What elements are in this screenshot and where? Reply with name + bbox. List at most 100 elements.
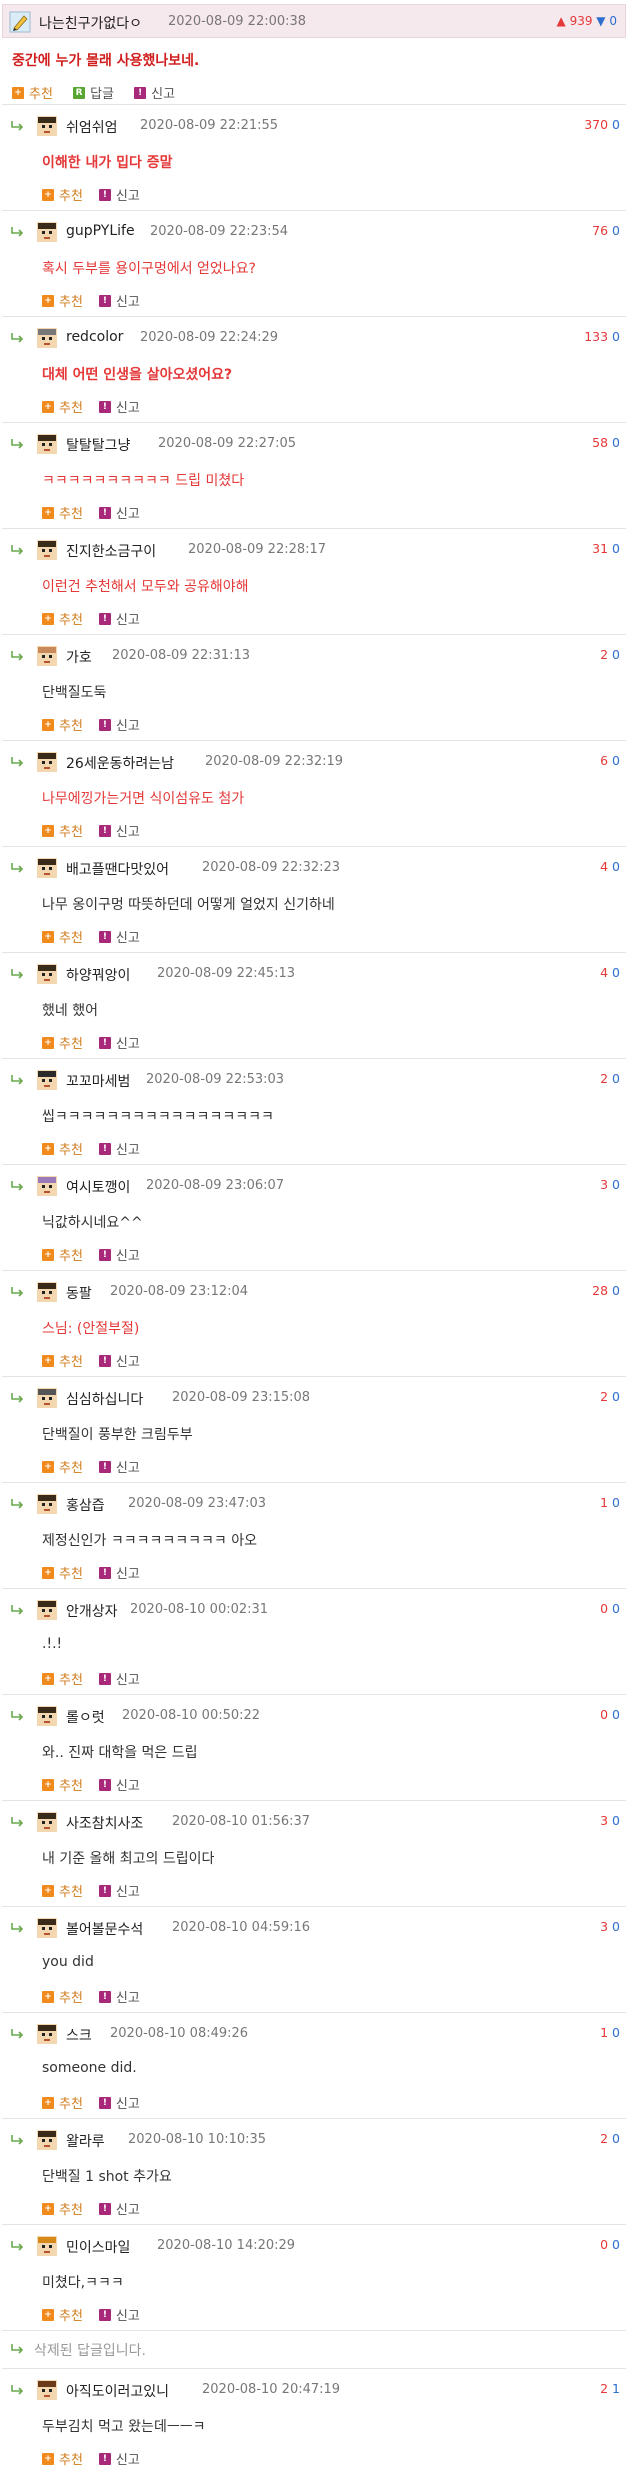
comment-down-count[interactable]: 0 bbox=[612, 2025, 620, 2040]
comment-down-count[interactable]: 1 bbox=[612, 2381, 620, 2396]
comment-up-count[interactable]: 3 bbox=[600, 1813, 608, 1828]
comment-up-count[interactable]: 31 bbox=[592, 541, 608, 556]
comment-author[interactable]: gupPYLife bbox=[66, 223, 135, 239]
comment-up-count[interactable]: 28 bbox=[592, 1283, 608, 1298]
recommend-button[interactable]: + 추천 bbox=[12, 83, 53, 102]
comment-up-count[interactable]: 58 bbox=[592, 435, 608, 450]
comment-author[interactable]: 홍삼즙 bbox=[66, 1495, 105, 1515]
recommend-button[interactable]: + 추천 bbox=[42, 821, 83, 840]
recommend-button[interactable]: + 추천 bbox=[42, 2093, 83, 2112]
report-button[interactable]: ! 신고 bbox=[98, 2093, 140, 2112]
comment-up-count[interactable]: 76 bbox=[592, 223, 608, 238]
comment-author[interactable]: 사조참치사조 bbox=[66, 1813, 143, 1833]
comment-down-count[interactable]: 0 bbox=[612, 1071, 620, 1086]
report-button[interactable]: ! 신고 bbox=[98, 927, 140, 946]
comment-down-count[interactable]: 0 bbox=[612, 1601, 620, 1616]
recommend-button[interactable]: + 추천 bbox=[42, 1139, 83, 1158]
comment-down-count[interactable]: 0 bbox=[612, 435, 620, 450]
comment-up-count[interactable]: 4 bbox=[600, 859, 608, 874]
report-button[interactable]: ! 신고 bbox=[98, 1669, 140, 1688]
comment-author[interactable]: 아직도이러고있니 bbox=[66, 2381, 169, 2401]
comment-author[interactable]: 하양꿔앙이 bbox=[66, 965, 130, 985]
recommend-button[interactable]: + 추천 bbox=[42, 2199, 83, 2218]
recommend-button[interactable]: + 추천 bbox=[42, 1245, 83, 1264]
report-button[interactable]: ! 신고 bbox=[134, 83, 175, 102]
thumbs-down-icon[interactable]: ▼ bbox=[596, 14, 605, 28]
recommend-button[interactable]: + 추천 bbox=[42, 1987, 83, 2006]
comment-up-count[interactable]: 2 bbox=[600, 1071, 608, 1086]
comment-author[interactable]: 배고플땐다맛있어 bbox=[66, 859, 169, 879]
comment-author[interactable]: 왈라루 bbox=[66, 2131, 105, 2151]
comment-up-count[interactable]: 0 bbox=[600, 1707, 608, 1722]
report-button[interactable]: ! 신고 bbox=[98, 397, 140, 416]
comment-down-count[interactable]: 0 bbox=[612, 1495, 620, 1510]
comment-up-count[interactable]: 4 bbox=[600, 965, 608, 980]
comment-up-count[interactable]: 2 bbox=[600, 2381, 608, 2396]
comment-author[interactable]: 꼬꼬마세범 bbox=[66, 1071, 130, 1091]
comment-author[interactable]: 진지한소금구이 bbox=[66, 541, 156, 561]
recommend-button[interactable]: + 추천 bbox=[42, 1563, 83, 1582]
report-button[interactable]: ! 신고 bbox=[98, 291, 140, 310]
comment-up-count[interactable]: 1 bbox=[600, 2025, 608, 2040]
recommend-button[interactable]: + 추천 bbox=[42, 1881, 83, 1900]
recommend-button[interactable]: + 추천 bbox=[42, 715, 83, 734]
report-button[interactable]: ! 신고 bbox=[98, 1563, 140, 1582]
post-author[interactable]: 나는친구가없다ㅇ bbox=[39, 13, 142, 33]
comment-down-count[interactable]: 0 bbox=[612, 2237, 620, 2252]
thumbs-up-icon[interactable]: ▲ bbox=[557, 14, 566, 28]
recommend-button[interactable]: + 추천 bbox=[42, 2449, 83, 2468]
comment-down-count[interactable]: 0 bbox=[612, 1813, 620, 1828]
comment-down-count[interactable]: 0 bbox=[612, 117, 620, 132]
report-button[interactable]: ! 신고 bbox=[98, 1457, 140, 1476]
comment-up-count[interactable]: 3 bbox=[600, 1177, 608, 1192]
report-button[interactable]: ! 신고 bbox=[98, 2305, 140, 2324]
recommend-button[interactable]: + 추천 bbox=[42, 503, 83, 522]
recommend-button[interactable]: + 추천 bbox=[42, 1775, 83, 1794]
comment-down-count[interactable]: 0 bbox=[612, 647, 620, 662]
comment-up-count[interactable]: 2 bbox=[600, 647, 608, 662]
comment-down-count[interactable]: 0 bbox=[612, 1919, 620, 1934]
report-button[interactable]: ! 신고 bbox=[98, 1351, 140, 1370]
comment-author[interactable]: 탈탈탈그냥 bbox=[66, 435, 130, 455]
comment-down-count[interactable]: 0 bbox=[612, 859, 620, 874]
comment-up-count[interactable]: 3 bbox=[600, 1919, 608, 1934]
comment-author[interactable]: 심심하십니다 bbox=[66, 1389, 143, 1409]
comment-down-count[interactable]: 0 bbox=[612, 223, 620, 238]
comment-down-count[interactable]: 0 bbox=[612, 2131, 620, 2146]
recommend-button[interactable]: + 추천 bbox=[42, 2305, 83, 2324]
comment-author[interactable]: 동팔 bbox=[66, 1283, 92, 1303]
recommend-button[interactable]: + 추천 bbox=[42, 291, 83, 310]
recommend-button[interactable]: + 추천 bbox=[42, 1033, 83, 1052]
report-button[interactable]: ! 신고 bbox=[98, 1139, 140, 1158]
comment-up-count[interactable]: 0 bbox=[600, 2237, 608, 2252]
recommend-button[interactable]: + 추천 bbox=[42, 927, 83, 946]
report-button[interactable]: ! 신고 bbox=[98, 1881, 140, 1900]
report-button[interactable]: ! 신고 bbox=[98, 1033, 140, 1052]
comment-author[interactable]: 민이스마일 bbox=[66, 2237, 130, 2257]
comment-author[interactable]: 롤ㅇ럿 bbox=[66, 1707, 105, 1727]
report-button[interactable]: ! 신고 bbox=[98, 821, 140, 840]
comment-up-count[interactable]: 133 bbox=[584, 329, 608, 344]
comment-down-count[interactable]: 0 bbox=[612, 329, 620, 344]
comment-author[interactable]: 여시토깽이 bbox=[66, 1177, 130, 1197]
report-button[interactable]: ! 신고 bbox=[98, 2199, 140, 2218]
comment-down-count[interactable]: 0 bbox=[612, 1283, 620, 1298]
recommend-button[interactable]: + 추천 bbox=[42, 185, 83, 204]
recommend-button[interactable]: + 추천 bbox=[42, 609, 83, 628]
comment-author[interactable]: 26세운동하려는남 bbox=[66, 753, 174, 773]
comment-up-count[interactable]: 370 bbox=[584, 117, 608, 132]
recommend-button[interactable]: + 추천 bbox=[42, 397, 83, 416]
comment-down-count[interactable]: 0 bbox=[612, 1177, 620, 1192]
comment-down-count[interactable]: 0 bbox=[612, 1389, 620, 1404]
comment-down-count[interactable]: 0 bbox=[612, 965, 620, 980]
comment-author[interactable]: 볼어볼문수석 bbox=[66, 1919, 143, 1939]
comment-down-count[interactable]: 0 bbox=[612, 541, 620, 556]
comment-up-count[interactable]: 6 bbox=[600, 753, 608, 768]
recommend-button[interactable]: + 추천 bbox=[42, 1669, 83, 1688]
comment-down-count[interactable]: 0 bbox=[612, 1707, 620, 1722]
recommend-button[interactable]: + 추천 bbox=[42, 1351, 83, 1370]
comment-down-count[interactable]: 0 bbox=[612, 753, 620, 768]
comment-author[interactable]: redcolor bbox=[66, 329, 123, 345]
comment-up-count[interactable]: 0 bbox=[600, 1601, 608, 1616]
report-button[interactable]: ! 신고 bbox=[98, 1245, 140, 1264]
